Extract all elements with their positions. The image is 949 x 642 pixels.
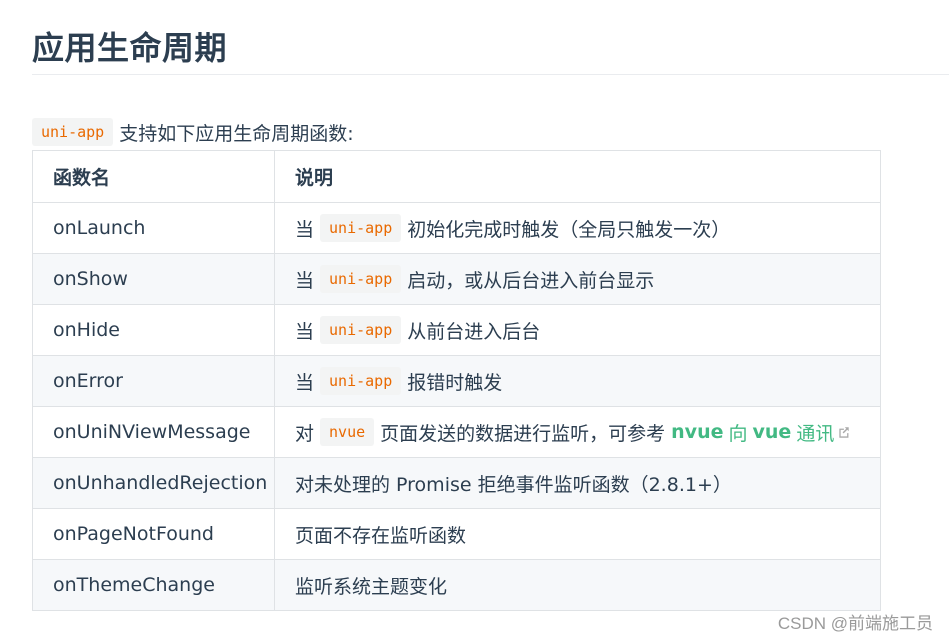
table-row: onHide 当 uni-app 从前台进入后台 — [32, 304, 881, 356]
table-row: onError 当 uni-app 报错时触发 — [32, 355, 881, 407]
function-description: 页面不存在监听函数 — [274, 508, 881, 560]
link-part-to: 向 — [728, 422, 748, 445]
function-name: onHide — [32, 304, 275, 356]
description-text: 从前台进入后台 — [407, 320, 541, 343]
function-description: 对 nvue 页面发送的数据进行监听，可参考 nvue 向 vue 通讯 — [274, 406, 881, 458]
link-part-nvue: nvue — [671, 421, 724, 443]
section-heading: 应用生命周期 — [32, 29, 228, 67]
function-description: 对未处理的 Promise 拒绝事件监听函数（2.8.1+） — [274, 457, 881, 509]
table-row: onLaunch 当 uni-app 初始化完成时触发（全局只触发一次） — [32, 202, 881, 254]
description-prefix: 当 — [295, 320, 315, 343]
intro-text: 支持如下应用生命周期函数: — [119, 122, 354, 145]
external-link-icon — [839, 426, 850, 438]
function-description: 当 uni-app 启动，或从后台进入前台显示 — [274, 253, 881, 305]
nvue-vue-communication-link[interactable]: nvue 向 vue 通讯 — [671, 419, 850, 446]
table-row: onUnhandledRejection 对未处理的 Promise 拒绝事件监… — [32, 457, 881, 509]
function-name: onUnhandledRejection — [32, 457, 275, 509]
description-prefix: 当 — [295, 269, 315, 292]
function-name: onUniNViewMessage — [32, 406, 275, 458]
description-prefix: 对 — [295, 422, 315, 445]
column-header-description: 说明 — [274, 150, 881, 203]
table-header-row: 函数名 说明 — [32, 150, 881, 203]
description-text: 报错时触发 — [407, 371, 503, 394]
column-header-name: 函数名 — [32, 150, 275, 203]
table-row: onThemeChange 监听系统主题变化 — [32, 559, 881, 611]
description-text: 启动，或从后台进入前台显示 — [407, 269, 655, 292]
function-name: onThemeChange — [32, 559, 275, 611]
doc-page: 应用生命周期 uni-app 支持如下应用生命周期函数: 函数名 说明 onLa… — [0, 0, 949, 642]
description-prefix: 当 — [295, 218, 315, 241]
inline-code: uni-app — [320, 265, 402, 293]
link-part-vue: vue — [752, 421, 792, 443]
inline-code: uni-app — [32, 118, 114, 146]
lifecycle-table: 函数名 说明 onLaunch 当 uni-app 初始化完成时触发（全局只触发… — [32, 150, 881, 611]
heading-divider — [32, 74, 949, 75]
inline-code: uni-app — [320, 367, 402, 395]
function-description: 当 uni-app 报错时触发 — [274, 355, 881, 407]
description-text: 页面发送的数据进行监听，可参考 — [380, 422, 666, 445]
table-row: onUniNViewMessage 对 nvue 页面发送的数据进行监听，可参考… — [32, 406, 881, 458]
inline-code: nvue — [320, 418, 375, 446]
inline-code: uni-app — [320, 316, 402, 344]
function-description: 当 uni-app 从前台进入后台 — [274, 304, 881, 356]
function-name: onLaunch — [32, 202, 275, 254]
csdn-watermark: CSDN @前端施工员 — [777, 614, 933, 633]
description-prefix: 当 — [295, 371, 315, 394]
description-text: 初始化完成时触发（全局只触发一次） — [407, 218, 731, 241]
function-name: onShow — [32, 253, 275, 305]
function-name: onError — [32, 355, 275, 407]
intro-paragraph: uni-app 支持如下应用生命周期函数: — [32, 117, 354, 147]
function-description: 当 uni-app 初始化完成时触发（全局只触发一次） — [274, 202, 881, 254]
table-row: onPageNotFound 页面不存在监听函数 — [32, 508, 881, 560]
function-name: onPageNotFound — [32, 508, 275, 560]
inline-code: uni-app — [320, 214, 402, 242]
function-description: 监听系统主题变化 — [274, 559, 881, 611]
link-part-communication: 通讯 — [796, 422, 835, 445]
table-row: onShow 当 uni-app 启动，或从后台进入前台显示 — [32, 253, 881, 305]
